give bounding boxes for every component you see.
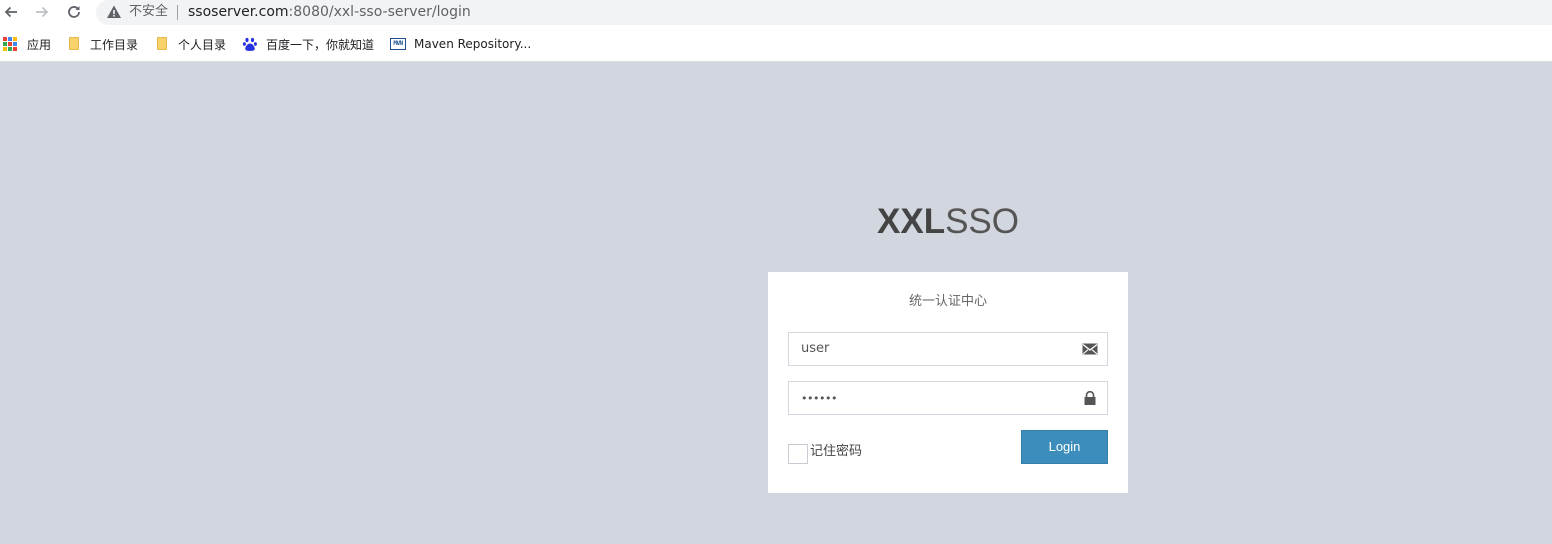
login-box: 统一认证中心 user •••••• 记住密码 Login — [768, 272, 1128, 493]
reload-icon — [68, 6, 80, 18]
envelope-icon — [1082, 343, 1098, 355]
security-status[interactable]: 不安全 — [129, 4, 168, 20]
password-field[interactable]: •••••• — [788, 381, 1108, 415]
lock-icon — [1084, 391, 1096, 405]
bookmark-baidu[interactable]: 百度一下，你就知道 — [242, 36, 374, 52]
username-field[interactable]: user — [788, 332, 1108, 366]
bookmarks-bar: 应用 工作目录 个人目录 百度一下，你就知道 MVN Maven Reposit… — [0, 26, 1552, 62]
bookmark-maven[interactable]: MVN Maven Repository... — [390, 36, 531, 52]
forward-arrow-icon — [36, 6, 49, 18]
remember-me[interactable]: 记住密码 — [788, 440, 862, 464]
forward-button[interactable] — [31, 1, 53, 23]
address-separator — [177, 5, 178, 20]
address-bar[interactable]: 不安全 ssoserver.com:8080/xxl-sso-server/lo… — [96, 0, 1552, 25]
bookmark-label: 工作目录 — [90, 37, 139, 52]
bookmark-label: 应用 — [27, 37, 52, 52]
login-box-message: 统一认证中心 — [908, 294, 987, 309]
bookmark-apps[interactable]: 应用 — [3, 36, 51, 52]
maven-icon: MVN — [390, 36, 406, 52]
remember-checkbox[interactable] — [788, 443, 808, 464]
folder-icon — [66, 36, 82, 52]
warning-icon[interactable] — [106, 4, 122, 20]
bookmark-label: 个人目录 — [178, 37, 227, 52]
bookmark-work-folder[interactable]: 工作目录 — [66, 36, 138, 52]
apps-grid-icon — [3, 36, 19, 52]
browser-toolbar: 不安全 ssoserver.com:8080/xxl-sso-server/lo… — [0, 0, 1552, 26]
folder-icon — [154, 36, 170, 52]
back-button[interactable] — [0, 1, 22, 23]
reload-button[interactable] — [63, 1, 85, 23]
url-text[interactable]: ssoserver.com:8080/xxl-sso-server/login — [188, 3, 471, 21]
back-arrow-icon — [4, 6, 17, 18]
remember-label[interactable]: 记住密码 — [810, 443, 862, 461]
url-host: ssoserver.com — [188, 4, 289, 20]
logo[interactable]: XXLSSO — [768, 200, 1128, 244]
url-path: :8080/xxl-sso-server/login — [288, 4, 471, 20]
password-value: •••••• — [801, 392, 837, 405]
username-value: user — [801, 341, 830, 356]
bookmark-personal-folder[interactable]: 个人目录 — [154, 36, 226, 52]
bookmark-label: Maven Repository... — [414, 37, 532, 51]
baidu-paw-icon — [242, 36, 258, 52]
login-button[interactable]: Login — [1021, 430, 1108, 464]
bookmark-label: 百度一下，你就知道 — [266, 37, 375, 52]
logo-bold: XXL — [877, 202, 946, 241]
logo-light: SSO — [945, 202, 1019, 241]
